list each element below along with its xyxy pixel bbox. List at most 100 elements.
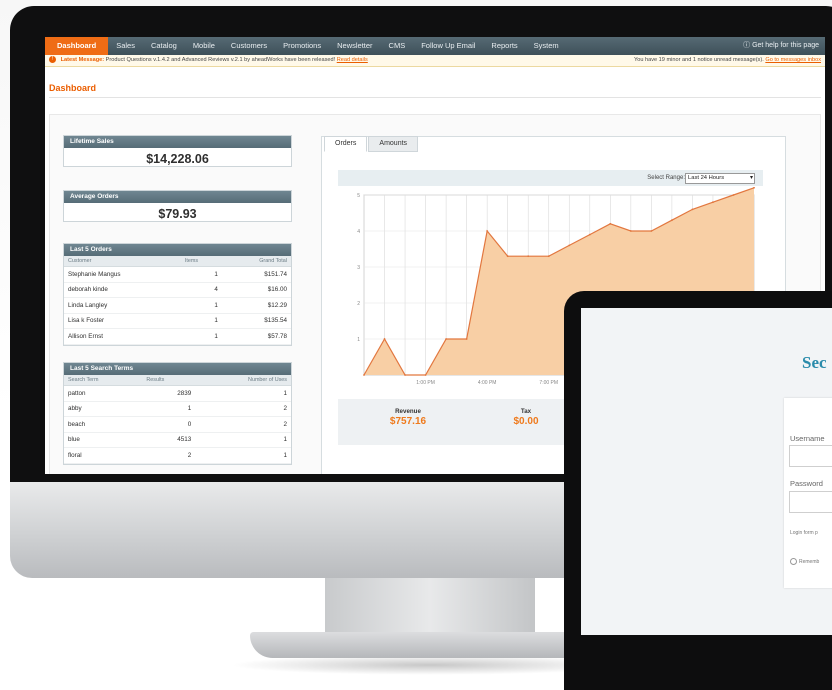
username-label: Username bbox=[790, 434, 825, 443]
data-point bbox=[670, 219, 673, 222]
order-items: 4 bbox=[180, 282, 222, 298]
table-row[interactable]: Allison Ernst 1 $57.78 bbox=[64, 328, 291, 345]
tab-orders[interactable]: Orders bbox=[324, 136, 368, 152]
nav-system[interactable]: System bbox=[526, 37, 567, 55]
help-link[interactable]: ⓘ Get help for this page bbox=[743, 37, 819, 55]
revenue-value: $757.16 bbox=[389, 416, 427, 427]
order-items: 1 bbox=[180, 266, 222, 283]
table-row[interactable]: abby 1 2 bbox=[64, 401, 291, 417]
chart-tabs: Orders Amounts bbox=[324, 136, 419, 152]
data-point bbox=[424, 374, 427, 376]
order-total: $12.29 bbox=[221, 297, 291, 314]
table-row[interactable]: deborah kinde 4 $16.00 bbox=[64, 282, 291, 298]
search-results: 1 bbox=[142, 401, 196, 417]
order-customer: Lisa k Foster bbox=[64, 313, 181, 329]
data-point bbox=[363, 374, 365, 376]
average-orders-value: $79.93 bbox=[158, 207, 197, 221]
table-row[interactable]: Lisa k Foster 1 $135.54 bbox=[64, 313, 291, 329]
table-row[interactable]: beach 0 2 bbox=[64, 416, 291, 433]
data-point bbox=[691, 208, 694, 211]
y-tick-label: 2 bbox=[357, 301, 360, 307]
message-text: Product Questions v.1.4.2 and Advanced R… bbox=[105, 57, 336, 63]
range-bar: Select Range: Last 24 Hours ▾ bbox=[338, 170, 763, 186]
help-icon: ⓘ bbox=[743, 42, 753, 49]
table-row[interactable]: Stephanie Mangus 1 $151.74 bbox=[64, 266, 291, 283]
order-items: 1 bbox=[180, 328, 222, 345]
y-tick-label: 5 bbox=[357, 193, 360, 199]
order-customer: Linda Langley bbox=[64, 297, 181, 314]
data-point bbox=[712, 201, 714, 204]
data-point bbox=[445, 338, 448, 340]
remember-checkbox[interactable] bbox=[790, 558, 797, 565]
search-uses: 1 bbox=[195, 385, 291, 402]
nav-customers[interactable]: Customers bbox=[223, 37, 275, 55]
y-tick-label: 3 bbox=[357, 265, 360, 271]
x-tick-label: 7:00 PM bbox=[539, 380, 558, 386]
data-point bbox=[588, 233, 591, 236]
lifetime-sales-box: Lifetime Sales $14,228.06 bbox=[63, 135, 292, 167]
column-number-of-uses: Number of Uses bbox=[195, 375, 291, 386]
data-point bbox=[527, 255, 530, 258]
login-note: Login form p bbox=[790, 530, 818, 536]
page-title: Dashboard bbox=[49, 83, 97, 93]
nav-catalog[interactable]: Catalog bbox=[143, 37, 185, 55]
lifetime-sales-title: Lifetime Sales bbox=[64, 136, 291, 148]
nav-reports[interactable]: Reports bbox=[483, 37, 525, 55]
nav-newsletter[interactable]: Newsletter bbox=[329, 37, 380, 55]
range-select[interactable]: Last 24 Hours ▾ bbox=[685, 173, 755, 184]
order-total: $16.00 bbox=[221, 282, 291, 298]
password-label: Password bbox=[790, 479, 823, 488]
revenue-label: Revenue bbox=[395, 408, 421, 415]
tax-value: $0.00 bbox=[513, 416, 539, 427]
column-grand-total: Grand Total bbox=[221, 256, 291, 267]
password-input[interactable] bbox=[789, 491, 832, 513]
nav-mobile[interactable]: Mobile bbox=[185, 37, 223, 55]
order-items: 1 bbox=[180, 297, 222, 314]
search-uses: 1 bbox=[195, 447, 291, 464]
tax-label: Tax bbox=[520, 408, 532, 415]
imac-stand-neck bbox=[325, 578, 535, 638]
data-point bbox=[650, 230, 653, 232]
y-tick-label: 1 bbox=[357, 337, 360, 343]
remember-me[interactable]: Rememb bbox=[790, 558, 819, 565]
search-terms-title: Last 5 Search Terms bbox=[64, 363, 291, 375]
data-point bbox=[506, 255, 509, 258]
search-results: 2 bbox=[142, 447, 196, 464]
chevron-down-icon: ▾ bbox=[749, 175, 753, 181]
column-items: Items bbox=[180, 256, 222, 267]
y-tick-label: 4 bbox=[357, 229, 360, 235]
data-point bbox=[383, 338, 386, 340]
nav-sales[interactable]: Sales bbox=[108, 37, 143, 55]
average-orders-title: Average Orders bbox=[64, 191, 291, 203]
username-input[interactable] bbox=[789, 445, 832, 467]
table-row[interactable]: floral 2 1 bbox=[64, 447, 291, 464]
nav-dashboard[interactable]: Dashboard bbox=[45, 37, 109, 55]
order-customer: Stephanie Mangus bbox=[64, 266, 181, 283]
nav-follow-up-email[interactable]: Follow Up Email bbox=[413, 37, 483, 55]
table-row[interactable]: patton 2839 1 bbox=[64, 385, 291, 402]
unread-notice: You have 19 minor and 1 notice unread me… bbox=[634, 55, 821, 66]
messages-inbox-link[interactable]: Go to messages inbox bbox=[765, 57, 821, 63]
tab-amounts[interactable]: Amounts bbox=[368, 136, 419, 152]
remember-label: Rememb bbox=[799, 558, 820, 565]
column-results: Results bbox=[142, 375, 196, 386]
column-search-term: Search Term bbox=[64, 375, 143, 386]
range-label: Select Range: bbox=[647, 175, 685, 181]
table-row[interactable]: blue 4513 1 bbox=[64, 432, 291, 448]
nav-cms[interactable]: CMS bbox=[381, 37, 414, 55]
column-customer: Customer bbox=[64, 256, 181, 267]
data-point bbox=[568, 244, 571, 247]
search-results: 2839 bbox=[142, 385, 196, 402]
order-customer: Allison Ernst bbox=[64, 328, 181, 345]
nav-promotions[interactable]: Promotions bbox=[275, 37, 329, 55]
data-point bbox=[629, 230, 632, 232]
read-details-link[interactable]: Read details bbox=[337, 57, 368, 63]
table-row[interactable]: Linda Langley 1 $12.29 bbox=[64, 297, 291, 314]
message-bar: ! Latest Message: Product Questions v.1.… bbox=[45, 55, 825, 67]
page-header: Dashboard bbox=[49, 81, 821, 98]
product-scene: Dashboard Sales Catalog Mobile Customers… bbox=[0, 0, 832, 690]
alert-icon: ! bbox=[49, 56, 56, 64]
data-point bbox=[486, 230, 489, 232]
table-header-row: Customer Items Grand Total bbox=[64, 256, 291, 267]
data-point bbox=[547, 255, 550, 258]
